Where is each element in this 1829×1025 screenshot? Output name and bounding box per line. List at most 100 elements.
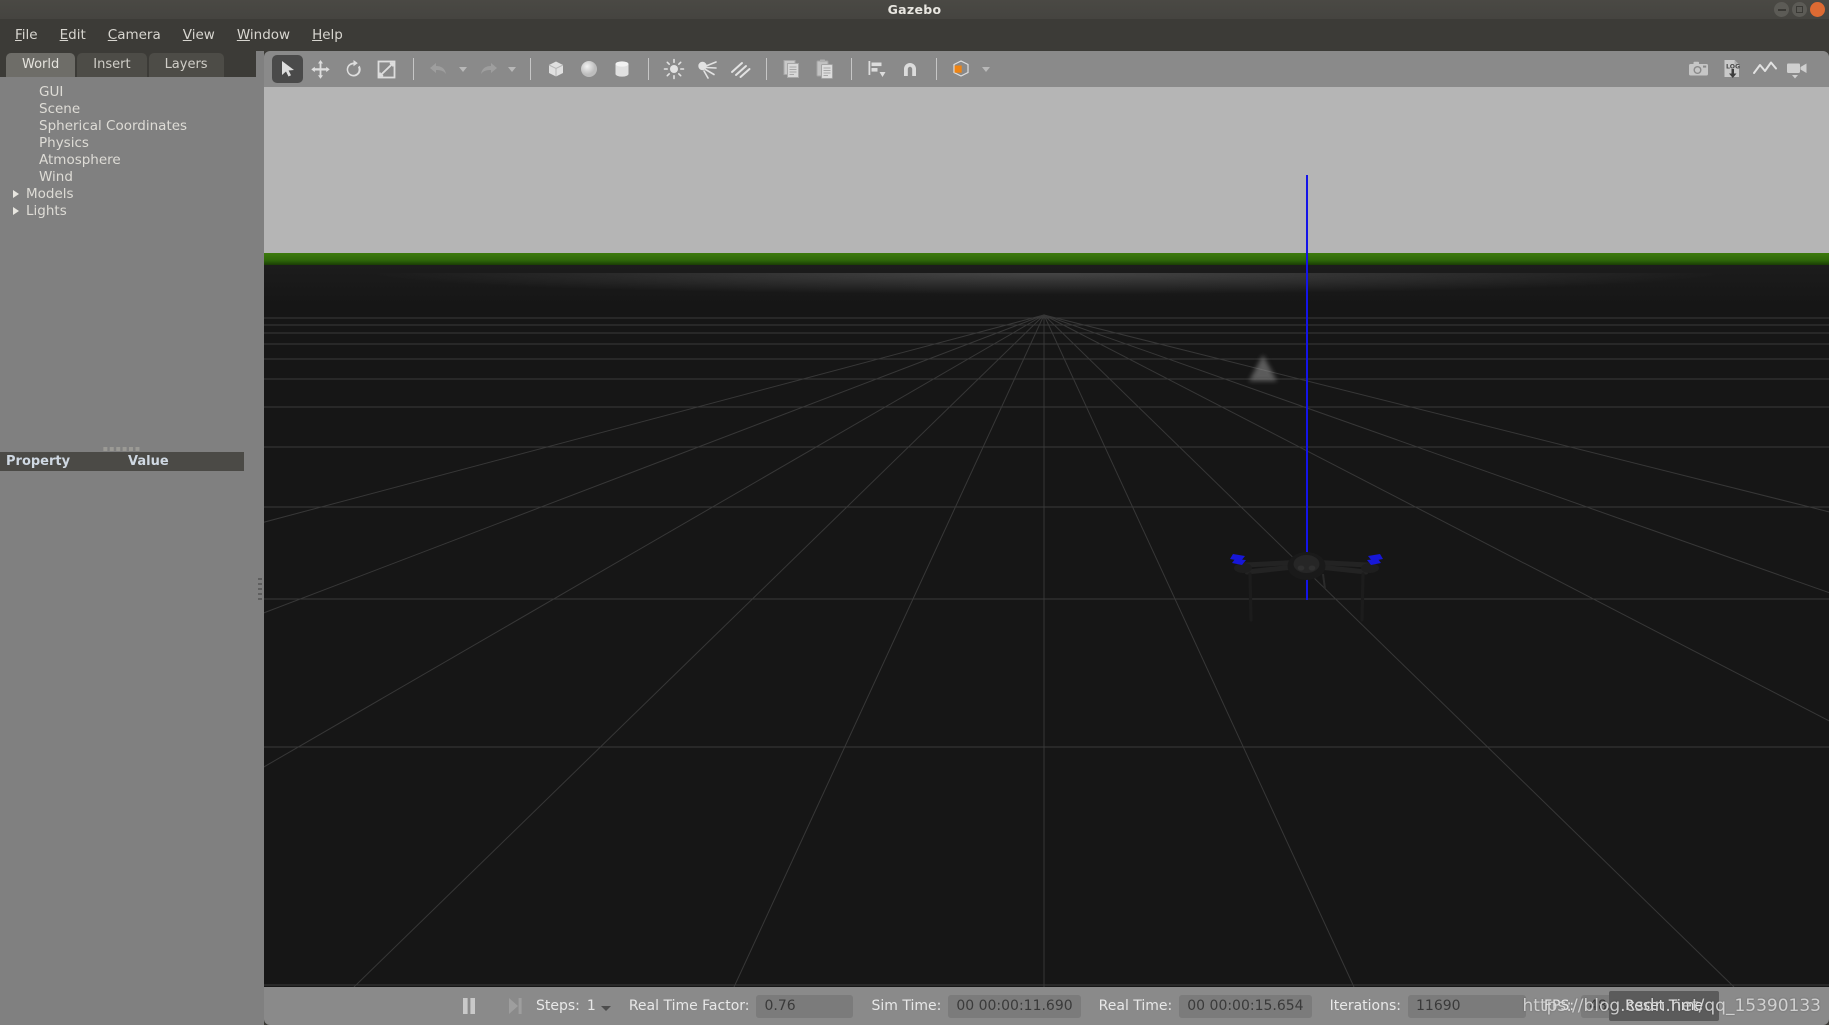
status-bar: Steps: 1 Real Time Factor: 0.76 Sim Time…: [264, 987, 1829, 1025]
main-toolbar: LOG: [264, 51, 1829, 87]
quadcopter-drone-model[interactable]: [1219, 542, 1394, 622]
expand-arrow-icon[interactable]: [10, 205, 22, 217]
menu-bar: File Edit Camera View Window Help: [0, 19, 1829, 51]
horizon-haze: [264, 273, 1829, 303]
maximize-button[interactable]: [1792, 2, 1807, 17]
splitter-grip-icon: [258, 578, 262, 603]
tree-item-label: GUI: [39, 83, 64, 100]
tab-layers[interactable]: Layers: [148, 53, 224, 77]
scale-mode-icon[interactable]: [371, 55, 402, 83]
world-tree: GUI Scene Spherical Coordinates Physics …: [0, 77, 256, 219]
menu-window[interactable]: Window: [226, 23, 301, 47]
plot-icon[interactable]: [1749, 55, 1780, 83]
point-light-icon[interactable]: [658, 55, 689, 83]
window-title: Gazebo: [887, 2, 942, 17]
rotate-mode-icon[interactable]: [338, 55, 369, 83]
insert-box-icon[interactable]: [540, 55, 571, 83]
close-button[interactable]: [1810, 2, 1825, 17]
expand-arrow-icon: [10, 137, 22, 149]
minimize-button[interactable]: [1774, 2, 1789, 17]
real-time-label: Real Time:: [1098, 998, 1173, 1014]
spot-light-icon[interactable]: [691, 55, 722, 83]
expand-arrow-icon: [10, 86, 22, 98]
select-mode-icon[interactable]: [272, 55, 303, 83]
tree-item-spherical-coordinates[interactable]: Spherical Coordinates: [0, 117, 256, 134]
tree-item-label: Models: [26, 185, 74, 202]
redo-icon[interactable]: [472, 55, 503, 83]
toolbar-separator: [766, 58, 767, 80]
model-z-axis-indicator: [1306, 175, 1308, 600]
expand-arrow-icon: [10, 120, 22, 132]
step-forward-button[interactable]: [500, 993, 530, 1019]
menu-edit[interactable]: Edit: [49, 23, 97, 47]
tree-item-label: Lights: [26, 202, 67, 219]
3d-viewport[interactable]: [264, 87, 1829, 987]
tree-item-label: Wind: [39, 168, 73, 185]
toolbar-separator: [936, 58, 937, 80]
expand-arrow-icon: [10, 171, 22, 183]
real-time-factor-label: Real Time Factor:: [628, 998, 750, 1014]
insert-sphere-icon[interactable]: [573, 55, 604, 83]
toolbar-separator: [530, 58, 531, 80]
window-controls: [1774, 2, 1825, 17]
tree-item-lights[interactable]: Lights: [0, 202, 256, 219]
left-panel: World Insert Layers GUI Scene Spherical …: [0, 51, 256, 1025]
distant-structure: [1249, 355, 1277, 381]
iterations-label: Iterations:: [1329, 998, 1401, 1014]
tree-item-gui[interactable]: GUI: [0, 83, 256, 100]
watermark-text: https://blog.csdn.net/qq_15390133: [1522, 996, 1821, 1016]
sim-time-label: Sim Time:: [871, 998, 942, 1014]
directional-light-icon[interactable]: [724, 55, 755, 83]
expand-arrow-icon: [10, 154, 22, 166]
tree-item-label: Scene: [39, 100, 81, 117]
menu-file[interactable]: File: [4, 23, 49, 47]
property-table-header: Property Value: [0, 452, 244, 471]
menu-camera[interactable]: Camera: [97, 23, 172, 47]
log-record-icon[interactable]: LOG: [1716, 55, 1747, 83]
panel-resize-grip[interactable]: ▪▪▪▪▪▪: [0, 444, 244, 452]
toolbar-separator: [851, 58, 852, 80]
screenshot-icon[interactable]: [1683, 55, 1714, 83]
panel-splitter[interactable]: [256, 51, 264, 1025]
column-header-property: Property: [6, 454, 71, 469]
real-time-factor-value: 0.76: [756, 994, 854, 1018]
steps-label: Steps:: [536, 998, 580, 1014]
tree-item-physics[interactable]: Physics: [0, 134, 256, 151]
translate-mode-icon[interactable]: [305, 55, 336, 83]
tree-item-label: Atmosphere: [39, 151, 121, 168]
title-bar: Gazebo: [0, 0, 1829, 19]
align-icon[interactable]: [861, 55, 892, 83]
tree-item-label: Spherical Coordinates: [39, 117, 188, 134]
undo-icon[interactable]: [423, 55, 454, 83]
snap-icon[interactable]: [894, 55, 925, 83]
insert-cylinder-icon[interactable]: [606, 55, 637, 83]
steps-value[interactable]: 1: [587, 998, 596, 1014]
tab-world[interactable]: World: [6, 53, 76, 77]
expand-arrow-icon[interactable]: [10, 188, 22, 200]
tree-item-atmosphere[interactable]: Atmosphere: [0, 151, 256, 168]
video-record-icon[interactable]: [1782, 55, 1813, 83]
copy-icon[interactable]: [776, 55, 807, 83]
real-time-value: 00 00:00:15.654: [1179, 994, 1312, 1018]
expand-arrow-icon: [10, 103, 22, 115]
menu-help[interactable]: Help: [301, 23, 354, 47]
iterations-value: 11690: [1408, 994, 1526, 1018]
view-angle-icon[interactable]: [946, 55, 977, 83]
pause-button[interactable]: [454, 993, 484, 1019]
ground-grid: [264, 314, 1829, 987]
steps-dropdown-caret-icon[interactable]: [600, 1005, 611, 1011]
tree-item-wind[interactable]: Wind: [0, 168, 256, 185]
tab-insert[interactable]: Insert: [77, 53, 147, 77]
menu-view[interactable]: View: [172, 23, 226, 47]
redo-history-caret-icon[interactable]: [505, 55, 519, 83]
paste-icon[interactable]: [809, 55, 840, 83]
toolbar-separator: [413, 58, 414, 80]
toolbar-separator: [648, 58, 649, 80]
view-angle-caret-icon[interactable]: [979, 55, 993, 83]
left-panel-tabs: World Insert Layers: [0, 51, 256, 77]
tree-item-scene[interactable]: Scene: [0, 100, 256, 117]
column-header-value: Value: [128, 454, 169, 469]
tree-item-models[interactable]: Models: [0, 185, 256, 202]
undo-history-caret-icon[interactable]: [456, 55, 470, 83]
sim-time-value: 00 00:00:11.690: [948, 994, 1081, 1018]
